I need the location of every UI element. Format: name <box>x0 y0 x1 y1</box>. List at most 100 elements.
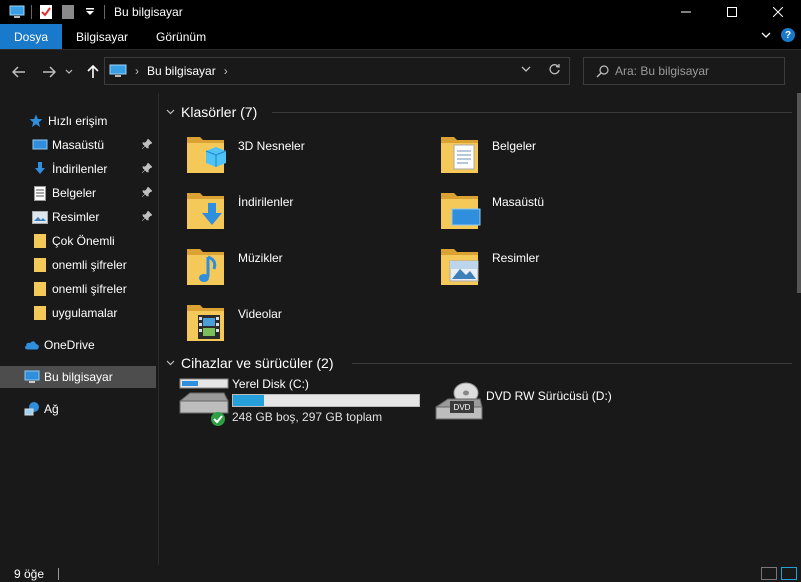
star-icon <box>28 113 44 129</box>
toolbar-divider <box>104 5 105 19</box>
refresh-icon <box>549 64 560 75</box>
details-view-button[interactable] <box>761 567 777 580</box>
sidebar-item-folder[interactable]: onemli şifreler <box>0 278 156 300</box>
drive-item-d[interactable]: DVD DVD RW Sürücüsü (D:) <box>434 381 612 437</box>
quick-access-toolbar: Bu bilgisayar <box>0 0 183 24</box>
sidebar-item-folder[interactable]: Çok Önemli <box>0 230 156 252</box>
folder-label: Videolar <box>238 307 282 321</box>
sidebar-item-desktop[interactable]: Masaüstü <box>0 134 156 156</box>
arrow-right-icon <box>43 66 56 78</box>
tab-view[interactable]: Görünüm <box>142 24 220 49</box>
back-button[interactable] <box>8 61 30 83</box>
drive-label: DVD RW Sürücüsü (D:) <box>486 389 612 403</box>
group-header-label: Cihazlar ve sürücüler (2) <box>181 355 334 371</box>
folder-icon <box>32 305 48 321</box>
search-icon <box>596 64 609 77</box>
forward-button[interactable] <box>38 61 60 83</box>
pin-icon[interactable] <box>141 138 153 152</box>
desktop-icon <box>438 185 482 233</box>
documents-icon <box>32 185 48 201</box>
new-folder-icon[interactable] <box>57 0 79 24</box>
folder-item[interactable]: Videolar <box>184 297 424 349</box>
group-header-label: Klasörler (7) <box>181 104 258 120</box>
recent-locations-button[interactable] <box>62 61 76 83</box>
folder-label: Müzikler <box>238 251 283 265</box>
vertical-scrollbar[interactable] <box>795 93 801 553</box>
folder-item[interactable]: Resimler <box>438 241 678 293</box>
maximize-button[interactable] <box>709 0 755 24</box>
chevron-down-icon <box>521 66 531 72</box>
folder-item[interactable]: 3D Nesneler <box>184 129 424 181</box>
breadcrumb-chevron-icon[interactable]: › <box>135 64 139 78</box>
folder-item[interactable]: Müzikler <box>184 241 424 293</box>
ribbon-tabs: Dosya Bilgisayar Görünüm ? <box>0 24 801 50</box>
sidebar-item-folder[interactable]: onemli şifreler <box>0 254 156 276</box>
refresh-button[interactable] <box>548 63 561 79</box>
sidebar-item-label: uygulamalar <box>52 306 118 320</box>
folder-label: Resimler <box>492 251 540 265</box>
desktop-icon <box>32 137 48 153</box>
folder-icon <box>32 281 48 297</box>
folder-item[interactable]: Belgeler <box>438 129 678 181</box>
expand-ribbon-icon[interactable] <box>761 31 771 39</box>
sidebar-item-label: Bu bilgisayar <box>44 370 113 384</box>
folder-label: Belgeler <box>492 139 537 153</box>
3d-objects-icon <box>184 129 228 177</box>
help-button[interactable]: ? <box>781 28 795 42</box>
drive-free-space: 248 GB boş, 297 GB toplam <box>232 410 383 424</box>
pin-icon[interactable] <box>141 186 153 200</box>
drive-item-c[interactable]: Yerel Disk (C:) 248 GB boş, 297 GB topla… <box>178 377 420 433</box>
pin-icon[interactable] <box>141 162 153 176</box>
hard-drive-icon <box>178 377 230 427</box>
search-box[interactable] <box>583 57 785 85</box>
folder-item[interactable]: Masaüstü <box>438 185 678 237</box>
folder-label: İndirilenler <box>238 195 294 209</box>
group-header-folders[interactable]: Klasörler (7) <box>166 104 257 120</box>
pictures-icon <box>438 241 482 289</box>
address-dropdown-button[interactable] <box>521 64 531 76</box>
download-icon <box>184 185 228 233</box>
content-pane: Klasörler (7) 3D Nesneler Belgeler İndir… <box>160 93 801 565</box>
properties-icon[interactable] <box>35 0 57 24</box>
chevron-down-icon[interactable] <box>166 107 175 118</box>
ribbon-right-controls: ? <box>761 28 795 42</box>
close-button[interactable] <box>755 0 801 24</box>
up-button[interactable] <box>82 61 104 83</box>
address-bar[interactable]: › Bu bilgisayar › <box>104 57 570 85</box>
search-input[interactable] <box>615 64 775 78</box>
sidebar-item-label: Ağ <box>44 402 59 416</box>
large-icons-view-button[interactable] <box>781 567 797 580</box>
arrow-left-icon <box>12 66 25 78</box>
videos-icon <box>184 297 228 345</box>
sidebar-item-quick-access[interactable]: Hızlı erişim <box>0 110 156 132</box>
group-header-devices[interactable]: Cihazlar ve sürücüler (2) <box>166 355 334 371</box>
sidebar-item-label: Resimler <box>52 210 100 224</box>
sidebar-item-folder[interactable]: uygulamalar <box>0 302 156 324</box>
tab-file[interactable]: Dosya <box>0 24 63 49</box>
group-divider <box>272 112 792 113</box>
folder-item[interactable]: İndirilenler <box>184 185 424 237</box>
download-icon <box>32 161 48 177</box>
breadcrumb-chevron-icon[interactable]: › <box>224 64 228 78</box>
computer-icon <box>24 369 40 385</box>
computer-icon[interactable] <box>6 0 28 24</box>
sidebar-item-network[interactable]: Ağ <box>0 398 156 420</box>
sidebar-item-label: Masaüstü <box>52 138 105 152</box>
breadcrumb-current[interactable]: Bu bilgisayar <box>147 64 216 78</box>
dvd-drive-icon: DVD <box>434 381 484 429</box>
minimize-button[interactable] <box>663 0 709 24</box>
folder-icon <box>32 257 48 273</box>
chevron-down-icon[interactable] <box>166 358 175 369</box>
sidebar-item-label: İndirilenler <box>52 162 108 176</box>
sidebar-item-onedrive[interactable]: OneDrive <box>0 334 156 356</box>
sidebar-item-this-pc[interactable]: Bu bilgisayar <box>0 366 156 388</box>
scrollbar-thumb[interactable] <box>797 93 801 293</box>
sidebar-item-documents[interactable]: Belgeler <box>0 182 156 204</box>
sidebar-item-downloads[interactable]: İndirilenler <box>0 158 156 180</box>
pin-icon[interactable] <box>141 210 153 224</box>
customize-toolbar-icon[interactable] <box>79 0 101 24</box>
tab-computer[interactable]: Bilgisayar <box>62 24 142 49</box>
dvd-badge: DVD <box>454 403 471 412</box>
item-count: 9 öğe <box>14 566 45 581</box>
sidebar-item-pictures[interactable]: Resimler <box>0 206 156 228</box>
